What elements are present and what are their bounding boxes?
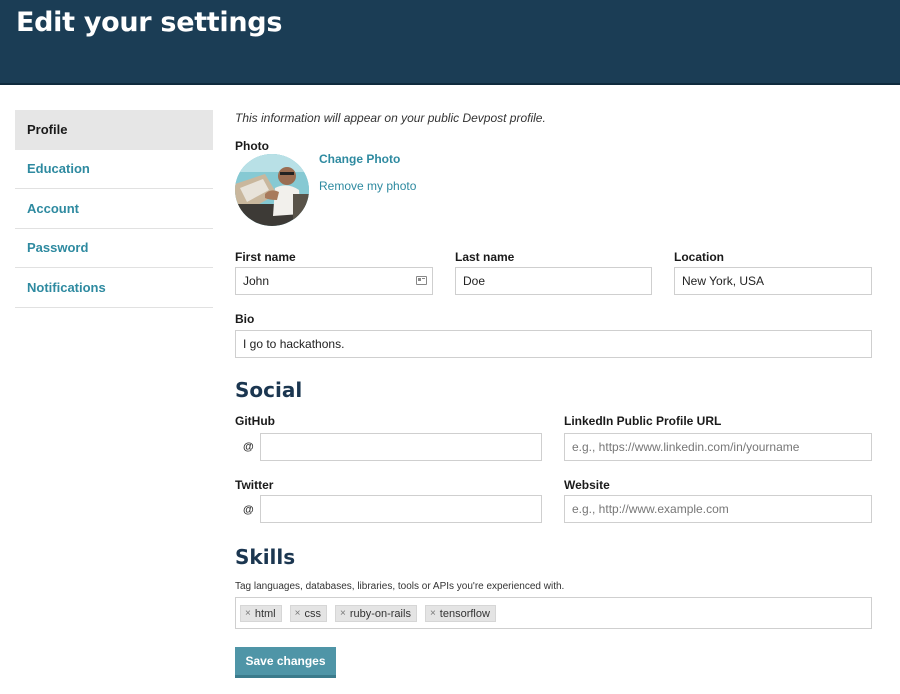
linkedin-field[interactable]: e.g., https://www.linkedin.com/in/yourna… <box>564 433 872 461</box>
photo-label: Photo <box>235 139 269 153</box>
close-icon[interactable]: × <box>340 608 346 619</box>
linkedin-placeholder: e.g., https://www.linkedin.com/in/yourna… <box>572 440 800 454</box>
skill-tag: × ruby-on-rails <box>334 605 417 622</box>
sidebar-item-notifications[interactable]: Notifications <box>15 268 213 308</box>
website-field[interactable]: e.g., http://www.example.com <box>564 495 872 523</box>
save-changes-button[interactable]: Save changes <box>235 647 336 678</box>
github-field[interactable] <box>260 433 542 461</box>
avatar <box>235 154 309 226</box>
profile-intro-text: This information will appear on your pub… <box>235 111 546 125</box>
skill-tag-label: css <box>304 607 321 620</box>
linkedin-label: LinkedIn Public Profile URL <box>564 414 722 428</box>
sidebar-item-password[interactable]: Password <box>15 229 213 268</box>
first-name-value: John <box>243 274 270 288</box>
skill-tag: × css <box>289 605 327 622</box>
github-at-prefix: @ <box>243 441 254 453</box>
twitter-label: Twitter <box>235 478 274 492</box>
first-name-field[interactable]: John <box>235 267 433 295</box>
first-name-label: First name <box>235 250 296 264</box>
sidebar-item-account[interactable]: Account <box>15 189 213 229</box>
skill-tag: × html <box>240 605 282 622</box>
skill-tag: × tensorflow <box>424 605 496 622</box>
website-label: Website <box>564 478 610 492</box>
last-name-value: Doe <box>463 274 486 288</box>
skills-heading: Skills <box>235 545 296 569</box>
settings-sidebar: Profile Education Account Password Notif… <box>15 110 213 308</box>
skills-tag-input[interactable]: × html × css × ruby-on-rails × tensorflo… <box>235 597 872 629</box>
close-icon[interactable]: × <box>245 608 251 619</box>
location-label: Location <box>674 250 724 264</box>
skill-tag-label: tensorflow <box>439 607 490 620</box>
close-icon[interactable]: × <box>295 608 301 619</box>
sidebar-item-profile[interactable]: Profile <box>15 110 213 150</box>
bio-label: Bio <box>235 312 255 326</box>
github-label: GitHub <box>235 414 275 428</box>
page-title: Edit your settings <box>16 7 283 38</box>
page-header: Edit your settings <box>0 0 900 85</box>
bio-value: I go to hackathons. <box>243 337 345 351</box>
last-name-field[interactable]: Doe <box>455 267 652 295</box>
skill-tag-label: ruby-on-rails <box>349 607 411 620</box>
website-placeholder: e.g., http://www.example.com <box>572 502 729 516</box>
bio-field[interactable]: I go to hackathons. <box>235 330 872 358</box>
skill-tag-label: html <box>254 607 276 620</box>
remove-photo-link[interactable]: Remove my photo <box>319 179 416 193</box>
close-icon[interactable]: × <box>430 608 436 619</box>
twitter-field[interactable] <box>260 495 542 523</box>
location-value: New York, USA <box>682 274 765 288</box>
location-field[interactable]: New York, USA <box>674 267 872 295</box>
change-photo-link[interactable]: Change Photo <box>319 152 400 166</box>
last-name-label: Last name <box>455 250 515 264</box>
avatar-photo <box>235 154 309 226</box>
social-heading: Social <box>235 378 303 402</box>
sidebar-item-education[interactable]: Education <box>15 150 213 189</box>
contact-card-icon <box>416 276 427 285</box>
skills-hint: Tag languages, databases, libraries, too… <box>235 581 565 592</box>
twitter-at-prefix: @ <box>243 504 254 516</box>
